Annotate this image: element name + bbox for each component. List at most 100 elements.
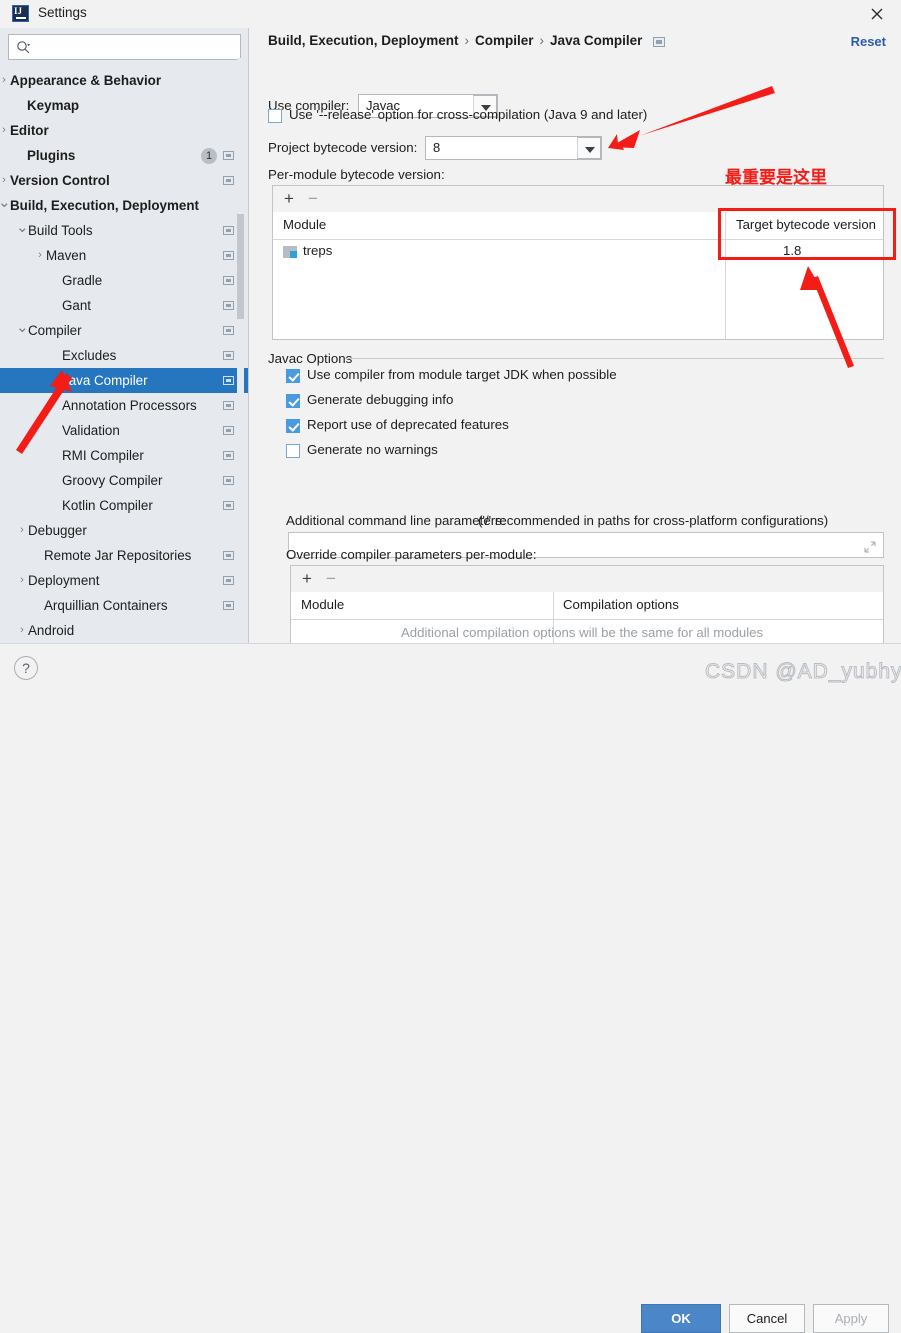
sidebar-item-groovy-compiler[interactable]: Groovy Compiler [0, 468, 248, 493]
release-option-checkbox[interactable] [268, 109, 282, 123]
sidebar-item-validation[interactable]: Validation [0, 418, 248, 443]
sidebar-item-compiler[interactable]: ⌄ Compiler [0, 318, 248, 343]
cancel-button[interactable]: Cancel [729, 1304, 805, 1333]
module-settings-icon[interactable] [223, 351, 234, 360]
javac-option-label: Generate no warnings [307, 442, 438, 457]
sidebar-item-editor[interactable]: › Editor [0, 118, 248, 143]
ok-button[interactable]: OK [641, 1304, 721, 1333]
remove-module-button[interactable]: − [308, 190, 318, 207]
sidebar-item-deployment[interactable]: › Deployment [0, 568, 248, 593]
apply-button[interactable]: Apply [813, 1304, 889, 1333]
sidebar-item-keymap[interactable]: Keymap [0, 93, 248, 118]
breadcrumb-part-2[interactable]: Compiler [475, 33, 534, 48]
sidebar-item-label: Annotation Processors [62, 398, 197, 413]
sidebar-item-plugins[interactable]: Plugins 1 [0, 143, 248, 168]
module-settings-icon[interactable] [223, 426, 234, 435]
chevron-down-icon[interactable] [577, 137, 601, 159]
sidebar-item-label: Maven [46, 248, 87, 263]
release-option-label: Use '--release' option for cross-compila… [289, 107, 648, 122]
cell-module-name: treps [303, 243, 333, 258]
module-settings-icon[interactable] [223, 326, 234, 335]
sidebar-item-build-execution-deployment[interactable]: ⌄ Build, Execution, Deployment [0, 193, 248, 218]
sidebar-item-label: Kotlin Compiler [62, 498, 153, 513]
module-settings-icon[interactable] [223, 601, 234, 610]
chevron-right-icon[interactable]: › [16, 568, 28, 593]
settings-dialog: Settings ›Appearance & BehaviorKeymap›Ed… [0, 0, 901, 1333]
sidebar-item-excludes[interactable]: Excludes [0, 343, 248, 368]
module-settings-icon[interactable] [223, 251, 234, 260]
sidebar-item-kotlin-compiler[interactable]: Kotlin Compiler [0, 493, 248, 518]
chevron-right-icon[interactable]: › [16, 618, 28, 643]
sidebar-item-version-control[interactable]: › Version Control [0, 168, 248, 193]
expand-icon[interactable] [864, 541, 876, 553]
override-table-toolbar: + − [291, 566, 883, 593]
sidebar-item-label: Version Control [10, 173, 110, 188]
project-bytecode-value: 8 [433, 140, 441, 155]
module-settings-icon[interactable] [223, 301, 234, 310]
module-settings-icon[interactable] [223, 226, 234, 235]
reset-button[interactable]: Reset [851, 34, 886, 49]
sidebar-item-label: Remote Jar Repositories [44, 548, 192, 563]
search-input[interactable] [35, 38, 237, 59]
chevron-right-icon[interactable]: › [0, 118, 10, 143]
help-button[interactable]: ? [14, 656, 38, 680]
module-settings-icon[interactable] [223, 176, 234, 185]
sidebar-item-arquillian-containers[interactable]: Arquillian Containers [0, 593, 248, 618]
remove-override-button[interactable]: − [326, 570, 336, 587]
chevron-down-icon[interactable]: ⌄ [16, 218, 29, 237]
java-compiler-settings-panel: Build, Execution, Deployment › Compiler › Ja… [250, 28, 901, 643]
sidebar-item-label: Build Tools [28, 223, 93, 238]
module-settings-icon[interactable] [223, 551, 234, 560]
module-settings-icon[interactable] [223, 276, 234, 285]
window-title: Settings [38, 5, 87, 20]
chevron-right-icon[interactable]: › [0, 168, 10, 193]
sidebar-item-appearance-behavior[interactable]: › Appearance & Behavior [0, 68, 248, 93]
breadcrumb-part-1[interactable]: Build, Execution, Deployment [268, 33, 459, 48]
sidebar-item-java-compiler[interactable]: Java Compiler [0, 368, 248, 393]
add-override-button[interactable]: + [302, 570, 312, 587]
module-folder-icon [283, 246, 297, 258]
chevron-down-icon[interactable]: ⌄ [16, 318, 29, 337]
sidebar-item-label: Excludes [62, 348, 117, 363]
watermark: CSDN @AD_yubhyu [704, 660, 901, 684]
column-header-module[interactable]: Module [301, 597, 344, 612]
javac-option-checkbox[interactable] [286, 394, 300, 408]
chevron-right-icon[interactable]: › [34, 243, 46, 268]
sidebar-item-label: Validation [62, 423, 120, 438]
chevron-right-icon[interactable]: › [16, 518, 28, 543]
sidebar-item-maven[interactable]: › Maven [0, 243, 248, 268]
module-settings-icon[interactable] [223, 476, 234, 485]
module-settings-icon[interactable] [223, 401, 234, 410]
sidebar-item-debugger[interactable]: › Debugger [0, 518, 248, 543]
project-bytecode-label: Project bytecode version: [268, 140, 418, 155]
module-settings-icon[interactable] [223, 501, 234, 510]
javac-option-checkbox[interactable] [286, 369, 300, 383]
column-header-compilation-options[interactable]: Compilation options [563, 597, 679, 612]
sidebar-item-annotation-processors[interactable]: Annotation Processors [0, 393, 248, 418]
column-header-module[interactable]: Module [283, 217, 326, 232]
javac-option-label: Generate debugging info [307, 392, 454, 407]
chevron-right-icon[interactable]: › [0, 68, 10, 93]
sidebar-item-remote-jar-repositories[interactable]: Remote Jar Repositories [0, 543, 248, 568]
sidebar-scrollbar-thumb[interactable] [237, 214, 244, 319]
sidebar-item-android[interactable]: › Android [0, 618, 248, 643]
sidebar-item-badge: 1 [201, 148, 217, 164]
breadcrumb-part-3: Java Compiler [550, 33, 643, 48]
module-settings-icon[interactable] [223, 376, 234, 385]
close-icon[interactable] [866, 3, 888, 25]
sidebar-item-gradle[interactable]: Gradle [0, 268, 248, 293]
sidebar-item-build-tools[interactable]: ⌄ Build Tools [0, 218, 248, 243]
sidebar-item-rmi-compiler[interactable]: RMI Compiler [0, 443, 248, 468]
module-settings-icon[interactable] [223, 451, 234, 460]
search-box[interactable] [8, 34, 241, 60]
sidebar-item-gant[interactable]: Gant [0, 293, 248, 318]
javac-option-checkbox[interactable] [286, 419, 300, 433]
module-settings-icon[interactable] [223, 151, 234, 160]
chevron-down-icon[interactable]: ⌄ [0, 193, 11, 212]
module-settings-icon[interactable] [223, 576, 234, 585]
add-module-button[interactable]: + [284, 190, 294, 207]
javac-option-checkbox[interactable] [286, 444, 300, 458]
sidebar-scrollbar-track[interactable] [237, 58, 244, 643]
project-bytecode-dropdown[interactable]: 8 [425, 136, 602, 160]
module-settings-icon[interactable] [653, 37, 665, 47]
